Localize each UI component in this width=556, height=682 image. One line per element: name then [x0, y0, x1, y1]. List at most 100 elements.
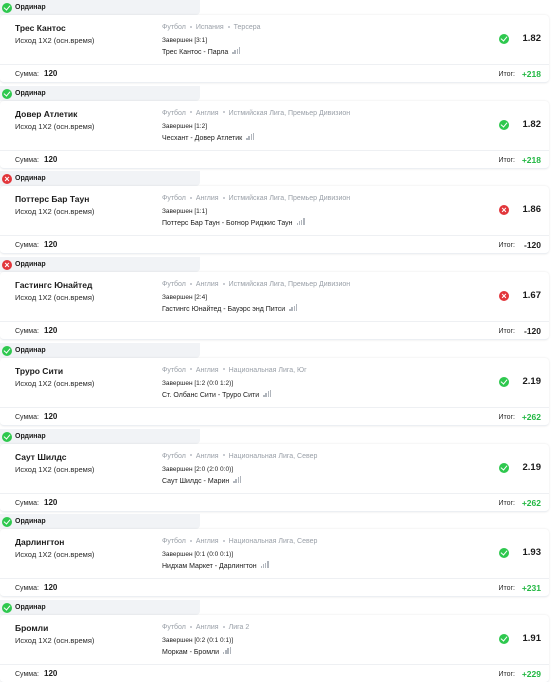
selection-name: Труро Сити [15, 365, 64, 376]
stake-value: 120 [44, 497, 58, 507]
breadcrumb-item[interactable]: Национальная Лига, Север [229, 538, 318, 545]
match-name[interactable]: Поттерс Бар Таун - Богнор Риджис Таун [162, 220, 293, 227]
total-label: Итог: [498, 328, 515, 336]
stats-icon[interactable] [232, 47, 241, 54]
match-name[interactable]: Моркам - Бромли [162, 649, 219, 656]
card-divider [0, 492, 549, 494]
match-name[interactable]: Ст. Олбанс Сити - Труро Сити [162, 392, 259, 399]
breadcrumb-item[interactable]: Истмийская Лига, Премьер Дивизион [229, 281, 351, 288]
bet-card[interactable]: Бромли Исход 1Х2 (осн.время) Футбол Англия Л… [0, 614, 549, 682]
match-name[interactable]: Трес Кантос - Парла [162, 49, 228, 56]
stats-icon[interactable] [233, 475, 242, 483]
breadcrumb: Футбол Англия Национальная Лига, Север [162, 537, 317, 546]
bet-type-tab: Ординар [0, 514, 200, 530]
breadcrumb-item[interactable]: Футбол [162, 624, 186, 631]
breadcrumb-item[interactable]: Англия [196, 538, 219, 545]
breadcrumb-item[interactable]: Англия [196, 110, 219, 117]
bet-type-tab: Ординар [0, 599, 200, 615]
breadcrumb-item[interactable]: Испания [196, 24, 224, 31]
card-divider [0, 578, 549, 580]
bet-type-label: Ординар [15, 4, 46, 11]
breadcrumb-item[interactable]: Футбол [162, 110, 186, 117]
stats-icon[interactable] [223, 646, 232, 654]
bet-card[interactable]: Поттерс Бар Таун Исход 1Х2 (осн.время) Фут… [0, 186, 549, 255]
stats-icon[interactable] [296, 218, 305, 226]
total-value: -120 [523, 240, 541, 251]
bet-card[interactable]: Труро Сити Исход 1Х2 (осн.время) Футбол Анг… [0, 357, 549, 426]
total-label: Итог: [498, 413, 515, 421]
total-label: Итог: [498, 670, 515, 678]
match-result: Завершен [2:4] [162, 294, 208, 302]
match-teams: Моркам - Бромли [162, 646, 232, 657]
bet-item: Ординар Дарлингтон Исход 1Х2 (осн.время) Фу… [0, 514, 556, 600]
odds-value: 1.82 [522, 33, 542, 44]
odds-value: 2.19 [522, 375, 542, 387]
breadcrumb-item[interactable]: Футбол [162, 195, 186, 202]
breadcrumb-item[interactable]: Национальная Лига, Север [229, 453, 318, 460]
market-name: Исход 1Х2 (осн.время) [15, 121, 95, 131]
breadcrumb-item[interactable]: Англия [196, 281, 219, 288]
bet-type-label: Ординар [15, 89, 46, 97]
match-name[interactable]: Саут Шилдс - Марин [162, 478, 229, 485]
match-name[interactable]: Чесхант - Довер Атлетик [162, 135, 242, 142]
match-name[interactable]: Нидхам Маркет - Дарлингтон [162, 563, 257, 570]
total-value: +218 [521, 154, 541, 165]
odds-value: 1.86 [522, 204, 542, 216]
total-label: Итог: [498, 242, 515, 250]
match-result: Завершен [1:1] [162, 208, 208, 216]
bet-card[interactable]: Гастингс Юнайтед Исход 1Х2 (осн.время) Фут… [0, 272, 549, 341]
stake-value: 120 [44, 411, 58, 421]
breadcrumb-item[interactable]: Истмийская Лига, Премьер Дивизион [229, 195, 351, 202]
total-value: +262 [521, 411, 541, 422]
stake-label: Сумма: [15, 242, 39, 250]
breadcrumb-item[interactable]: Лига 2 [229, 624, 250, 631]
status-check-icon [2, 602, 12, 613]
bet-card[interactable]: Довер Атлетик Исход 1Х2 (осн.время) Футбол… [0, 100, 549, 169]
match-name[interactable]: Гастингс Юнайтед - Бауэрс энд Питси [162, 306, 285, 313]
bet-history-list: Ординар Трес Кантос Исход 1Х2 (осн.время) Ф… [0, 0, 556, 682]
stats-icon[interactable] [260, 561, 269, 569]
breadcrumb: Футбол Англия Национальная Лига, Юг [162, 366, 307, 375]
selection-name: Довер Атлетик [15, 108, 78, 119]
breadcrumb-separator [227, 25, 230, 28]
bet-item: Ординар Гастингс Юнайтед Исход 1Х2 (осн.вр… [0, 257, 556, 343]
odds-value: 1.82 [522, 118, 542, 130]
bet-type-tab: Ординар [0, 0, 200, 15]
breadcrumb-item[interactable]: Футбол [162, 453, 186, 460]
stake-value: 120 [44, 668, 58, 678]
total-label: Итог: [498, 71, 515, 78]
market-name: Исход 1Х2 (осн.время) [15, 378, 95, 388]
breadcrumb-item[interactable]: Англия [196, 453, 219, 460]
breadcrumb-item[interactable]: Англия [196, 367, 219, 374]
breadcrumb-item[interactable]: Национальная Лига, Юг [229, 367, 307, 374]
breadcrumb-item[interactable]: Футбол [162, 538, 186, 545]
market-name: Исход 1Х2 (осн.время) [15, 550, 95, 560]
outcome-cross-icon [499, 205, 509, 216]
breadcrumb-item[interactable]: Истмийская Лига, Премьер Дивизион [229, 110, 351, 117]
bet-card[interactable]: Дарлингтон Исход 1Х2 (осн.время) Футбол Анг… [0, 529, 549, 598]
breadcrumb-item[interactable]: Футбол [162, 24, 186, 31]
breadcrumb-item[interactable]: Футбол [162, 367, 186, 374]
breadcrumb: Футбол Англия Истмийская Лига, Премьер Див… [162, 109, 350, 118]
stats-icon[interactable] [246, 132, 255, 140]
card-divider [0, 149, 549, 151]
bet-card[interactable]: Саут Шилдс Исход 1Х2 (осн.время) Футбол Анг… [0, 443, 549, 512]
breadcrumb-item[interactable]: Англия [196, 195, 219, 202]
breadcrumb-separator [189, 625, 192, 628]
bet-card[interactable]: Трес Кантос Исход 1Х2 (осн.время) Футбол Ис… [0, 15, 549, 83]
stats-icon[interactable] [263, 389, 272, 397]
breadcrumb-item[interactable]: Англия [196, 624, 219, 631]
odds-value: 2.19 [522, 461, 542, 473]
breadcrumb-item[interactable]: Терсера [234, 24, 261, 31]
bet-type-tab: Ординар [0, 257, 200, 273]
status-check-icon [2, 3, 12, 13]
stake-value: 120 [44, 583, 58, 593]
stats-icon[interactable] [289, 304, 298, 312]
bet-type-label: Ординар [15, 432, 46, 440]
status-cross-icon [2, 174, 12, 185]
match-result: Завершен [1:2 (0:0 1:2)] [162, 379, 234, 387]
stake-label: Сумма: [15, 71, 39, 78]
bet-type-tab: Ординар [0, 85, 200, 101]
breadcrumb-item[interactable]: Футбол [162, 281, 186, 288]
bet-item: Ординар Бромли Исход 1Х2 (осн.время) Футбол… [0, 599, 556, 682]
